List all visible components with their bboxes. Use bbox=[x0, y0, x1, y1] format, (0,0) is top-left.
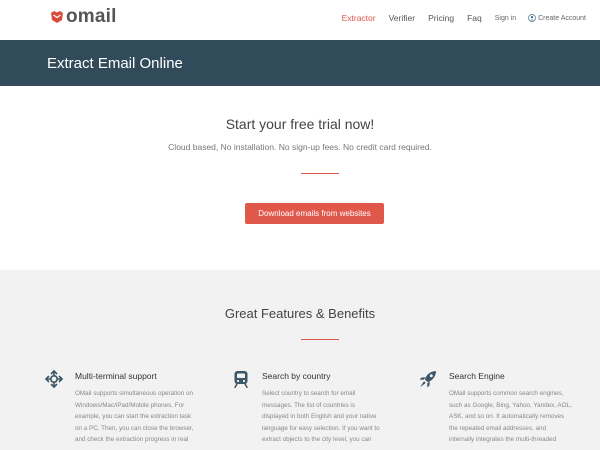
logo[interactable]: omail bbox=[50, 6, 117, 28]
logo-mark-icon bbox=[51, 11, 63, 23]
crosshair-arrows-icon bbox=[45, 370, 63, 388]
trial-heading: Start your free trial now! bbox=[225, 116, 375, 132]
feature-text-line: OMail supports simultaneous operation on bbox=[75, 390, 193, 397]
create-account-link[interactable]: Create Account bbox=[528, 14, 586, 22]
logo-text: omail bbox=[66, 6, 117, 27]
create-account-label: Create Account bbox=[538, 14, 586, 22]
nav-extractor[interactable]: Extractor bbox=[342, 13, 376, 23]
feature-description: OMail supports common search engines, su… bbox=[449, 388, 600, 446]
feature-text-line: ASK, and so on. It automatically removes bbox=[449, 413, 565, 420]
feature-text-line: language for easy selection. If you want… bbox=[262, 424, 380, 432]
feature-text-line: example, you can start the extraction ta… bbox=[75, 413, 192, 420]
feature-text-line: displayed in both English and your nativ… bbox=[262, 413, 377, 420]
user-icon bbox=[528, 14, 537, 22]
feature-title: Multi-terminal support bbox=[75, 371, 157, 381]
feature-title: Search by country bbox=[262, 371, 331, 381]
top-navigation-bar: omail Extractor Verifier Pricing Faq Sig… bbox=[0, 0, 600, 40]
nav-sign-in[interactable]: Sign in bbox=[495, 15, 516, 22]
feature-description: Select country to search for email messa… bbox=[262, 388, 414, 446]
feature-text-line: internally integrates the multi-threaded bbox=[449, 436, 557, 443]
page-title: Extract Email Online bbox=[47, 55, 183, 72]
nav-faq[interactable]: Faq bbox=[467, 13, 482, 23]
feature-text-line: Windows/Mac/iPad/Mobile phones, For bbox=[75, 401, 185, 409]
feature-text-line: extract objects to the city level, you c… bbox=[262, 436, 372, 443]
feature-text-line: and check the extraction progress in rea… bbox=[75, 436, 189, 443]
train-icon bbox=[234, 371, 248, 388]
hero-band: Extract Email Online bbox=[0, 40, 600, 86]
nav-verifier[interactable]: Verifier bbox=[389, 13, 415, 23]
main-nav: Extractor Verifier Pricing Faq Sign in C… bbox=[329, 13, 586, 23]
nav-pricing[interactable]: Pricing bbox=[428, 13, 454, 23]
feature-text-line: such as Google, Bing, Yahoo, Yandex, AOL… bbox=[449, 401, 572, 409]
trial-subtitle: Cloud based, No installation. No sign-up… bbox=[168, 142, 432, 152]
feature-title: Search Engine bbox=[449, 371, 505, 381]
feature-text-line: on a PC. Then, you can close the browser… bbox=[75, 424, 194, 432]
rocket-icon bbox=[419, 371, 436, 388]
feature-text-line: Select country to search for email bbox=[262, 390, 356, 397]
feature-text-line: OMail supports common search engines, bbox=[449, 390, 564, 397]
download-emails-button[interactable]: Download emails from websites bbox=[245, 203, 384, 224]
trial-divider bbox=[301, 173, 339, 174]
feature-text-line: the repeated email addresses, and bbox=[449, 424, 546, 432]
feature-text-line: messages. The list of countries is bbox=[262, 401, 355, 409]
feature-description: OMail supports simultaneous operation on… bbox=[75, 388, 227, 446]
features-divider bbox=[301, 339, 339, 340]
features-heading: Great Features & Benefits bbox=[224, 306, 376, 321]
